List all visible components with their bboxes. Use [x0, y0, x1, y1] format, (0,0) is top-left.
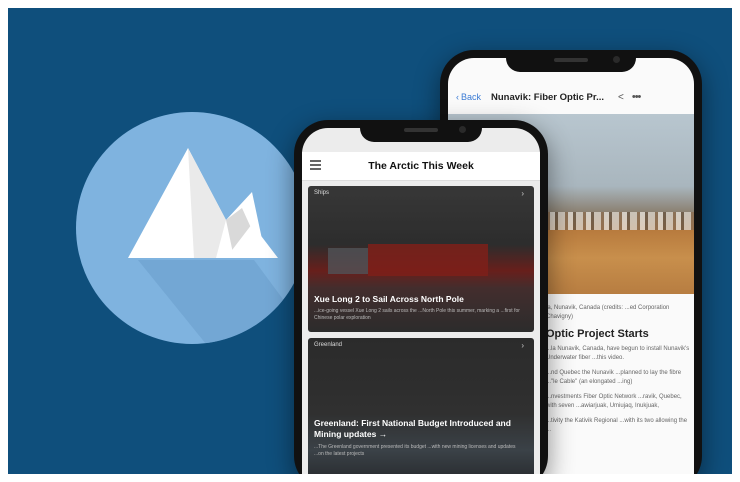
news-feed-screen: The Arctic This Week Ships › Xue Long 2 … — [302, 128, 540, 474]
phone-notch — [506, 50, 636, 72]
card-category: Ships — [314, 190, 330, 196]
article-paragraph: ...tivity the Kativik Regional ...with i… — [546, 418, 688, 433]
chevron-right-icon: › — [521, 341, 524, 350]
card-summary: ...ice-going vessel Xue Long 2 sails acr… — [314, 308, 520, 321]
app-header: The Arctic This Week — [302, 152, 540, 181]
article-paragraph: ...nvestments Fiber Optic Network ...rav… — [546, 394, 682, 409]
article-paragraph: ...nd Quebec the Nunavik ...planned to l… — [546, 370, 682, 385]
card-summary: ...The Greenland government presented it… — [314, 444, 516, 457]
card-headline: Greenland: First National Budget Introdu… — [314, 418, 511, 439]
chevron-right-icon: › — [521, 189, 524, 198]
app-logo — [76, 112, 308, 344]
article-paragraph: ...la Nunavik, Canada, have begun to ins… — [546, 346, 690, 361]
chevron-left-icon: ‹ — [456, 92, 459, 102]
article-nav-title: Nunavik: Fiber Optic Pr... — [491, 91, 604, 103]
article-heading: Optic Project Starts — [546, 328, 649, 340]
article-nav-bar: ‹ Back Nunavik: Fiber Optic Pr... < ••• — [448, 84, 694, 110]
hamburger-menu-icon[interactable] — [310, 160, 321, 172]
promo-banner: ‹ Back Nunavik: Fiber Optic Pr... < ••• … — [8, 8, 732, 474]
article-body: la, Nunavik, Canada (credits: ...ed Corp… — [546, 304, 690, 441]
news-feed-phone: The Arctic This Week Ships › Xue Long 2 … — [294, 120, 548, 474]
back-label: Back — [461, 92, 482, 102]
mountain-icon — [128, 148, 308, 344]
card-category: Greenland — [314, 342, 343, 348]
card-headline: Xue Long 2 to Sail Across North Pole — [314, 294, 464, 304]
share-icon[interactable]: < — [618, 92, 624, 103]
back-button[interactable]: ‹ Back — [456, 92, 481, 102]
news-card[interactable]: Ships › Xue Long 2 to Sail Across North … — [308, 186, 534, 332]
news-card[interactable]: Greenland › Greenland: First National Bu… — [308, 338, 534, 474]
more-icon[interactable]: ••• — [632, 91, 642, 103]
phone-notch — [360, 120, 482, 142]
app-title: The Arctic This Week — [368, 160, 474, 172]
photo-caption: la, Nunavik, Canada (credits: ...ed Corp… — [546, 305, 670, 320]
